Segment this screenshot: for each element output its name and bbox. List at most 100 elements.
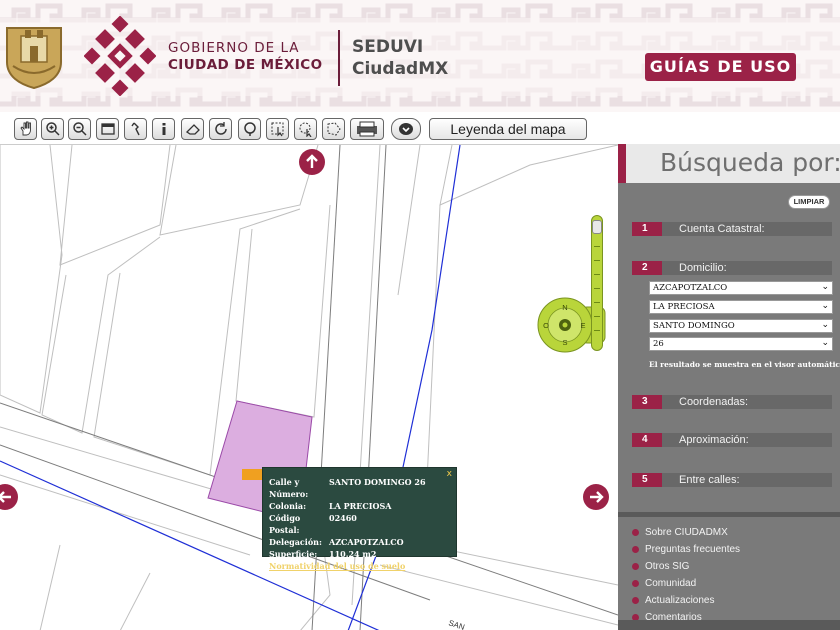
header-divider [338,30,340,86]
map-legend-button[interactable]: Leyenda del mapa [429,118,587,140]
panel-bottom-bar [618,620,840,630]
cursor-icon [271,122,283,137]
section-number: 4 [632,433,669,447]
colonia-value: LA PRECIOSA [653,302,715,312]
pan-north-button[interactable] [299,149,325,175]
gob-line-1: GOBIERNO DE LA [168,40,300,56]
result-note: El resultado se muestra en el visor auto… [649,360,840,369]
visibility-button[interactable] [391,118,421,140]
info-button[interactable] [152,118,175,140]
calle-select[interactable]: SANTO DOMINGO ⌄ [649,319,833,333]
hand-icon [19,121,31,136]
eraser-icon [185,124,200,135]
measure-button[interactable] [124,118,147,140]
select-button[interactable] [266,118,289,140]
section-aproximacion[interactable]: 4 Aproximación: [632,433,832,447]
panel-title: Búsqueda por: [660,148,840,177]
arrow-up-icon [306,154,318,168]
section-cuenta-catastral[interactable]: 1 Cuenta Catastral: [632,222,832,236]
compass-south: S [562,338,567,347]
refresh-button[interactable] [209,118,232,140]
street-label: SAN [447,618,466,630]
land-use-link[interactable]: Normatividad del uso de suelo [269,560,450,573]
link-actualizaciones[interactable]: Actualizaciones [632,592,740,609]
popup-key: Colonia: [269,501,307,511]
cdmx-logo-icon [84,16,156,96]
magnifier-icon [243,122,256,136]
popup-row-calle: Calle y Número: SANTO DOMINGO 26 [269,476,450,500]
popup-row-superficie: Superficie: 110.24 m2 [269,548,450,560]
map-viewer[interactable]: SAN x Calle y Número: SANTO DOMINGO 26 C… [0,144,618,630]
compass-north: N [562,303,567,312]
seduvi-line-2: CiudadMX [352,59,449,79]
zoom-in-icon [45,122,60,136]
section-coordenadas[interactable]: 3 Coordenadas: [632,395,832,409]
refresh-icon [214,122,227,135]
info-icon [162,123,165,135]
colonia-select[interactable]: LA PRECIOSA ⌄ [649,300,833,314]
zoom-slider-handle[interactable] [592,220,602,234]
printer-icon [357,121,377,137]
section-number: 2 [632,261,669,275]
seduvi-brand: SEDUVI CiudadMX [352,36,448,80]
lasso-icon [299,122,311,137]
delegacion-select[interactable]: AZCAPOTZALCO ⌄ [649,281,833,295]
pan-tool-button[interactable] [14,118,37,140]
chevron-down-icon: ⌄ [821,320,829,330]
eraser-button[interactable] [181,118,204,140]
chevron-down-icon: ⌄ [821,282,829,292]
zoom-slider[interactable] [591,215,603,351]
window-icon [100,123,115,135]
chevron-down-icon: ⌄ [821,338,829,348]
lasso-select-button[interactable] [294,118,317,140]
section-domicilio[interactable]: 2 Domicilio: [632,261,832,275]
zoom-in-button[interactable] [41,118,64,140]
popup-value: LA PRECIOSA [329,501,392,511]
print-button[interactable] [350,118,384,140]
popup-close-button[interactable]: x [447,469,452,479]
delegacion-value: AZCAPOTZALCO [653,283,728,293]
popup-row-delegacion: Delegación: AZCAPOTZALCO [269,536,450,548]
section-number: 3 [632,395,669,409]
popup-row-colonia: Colonia: LA PRECIOSA [269,500,450,512]
compass-west: O [543,321,549,330]
full-extent-button[interactable] [96,118,119,140]
popup-value: SANTO DOMINGO 26 [329,477,426,487]
site-header: GOBIERNO DE LA CIUDAD DE MÉXICO SEDUVI C… [0,0,840,112]
section-number: 1 [632,222,669,236]
map-toolbar: Leyenda del mapa [0,112,840,144]
chevron-down-icon: ⌄ [821,301,829,311]
numero-select[interactable]: 26 ⌄ [649,337,833,351]
search-panel: Búsqueda por: LIMPIAR 1 Cuenta Catastral… [618,144,840,630]
locate-button[interactable] [238,118,261,140]
zoom-out-icon [72,122,87,136]
popup-value: 110.24 m2 [329,549,377,559]
popup-value: AZCAPOTZALCO [329,537,404,547]
polygon-select-button[interactable] [322,118,345,140]
link-otros-sig[interactable]: Otros SIG [632,558,740,575]
guias-de-uso-button[interactable]: GUÍAS DE USO [645,53,796,81]
section-label: Cuenta Catastral: [662,222,832,236]
link-preguntas-frecuentes[interactable]: Preguntas frecuentes [632,541,740,558]
popup-value: 02460 [329,513,357,523]
measure-icon [130,122,140,136]
section-label: Aproximación: [662,433,832,447]
seduvi-line-1: SEDUVI [352,37,424,57]
compass-east: E [580,321,585,330]
section-label: Domicilio: [662,261,832,275]
coat-of-arms-icon [6,27,62,90]
government-name: GOBIERNO DE LA CIUDAD DE MÉXICO [168,40,333,74]
pan-east-button[interactable] [583,484,609,510]
zoom-out-button[interactable] [68,118,91,140]
link-comunidad[interactable]: Comunidad [632,575,740,592]
section-entre-calles[interactable]: 5 Entre calles: [632,473,832,487]
popup-key: Código Postal: [269,513,301,535]
footer-links: Sobre CIUDADMX Preguntas frecuentes Otro… [632,524,740,626]
link-sobre-ciudadmx[interactable]: Sobre CIUDADMX [632,524,740,541]
polygon-icon [327,122,341,136]
panel-divider [618,512,840,517]
section-label: Coordenadas: [662,395,832,409]
section-label: Entre calles: [662,473,832,487]
limpiar-button[interactable]: LIMPIAR [788,195,830,209]
panel-title-bar: Búsqueda por: [618,144,840,183]
